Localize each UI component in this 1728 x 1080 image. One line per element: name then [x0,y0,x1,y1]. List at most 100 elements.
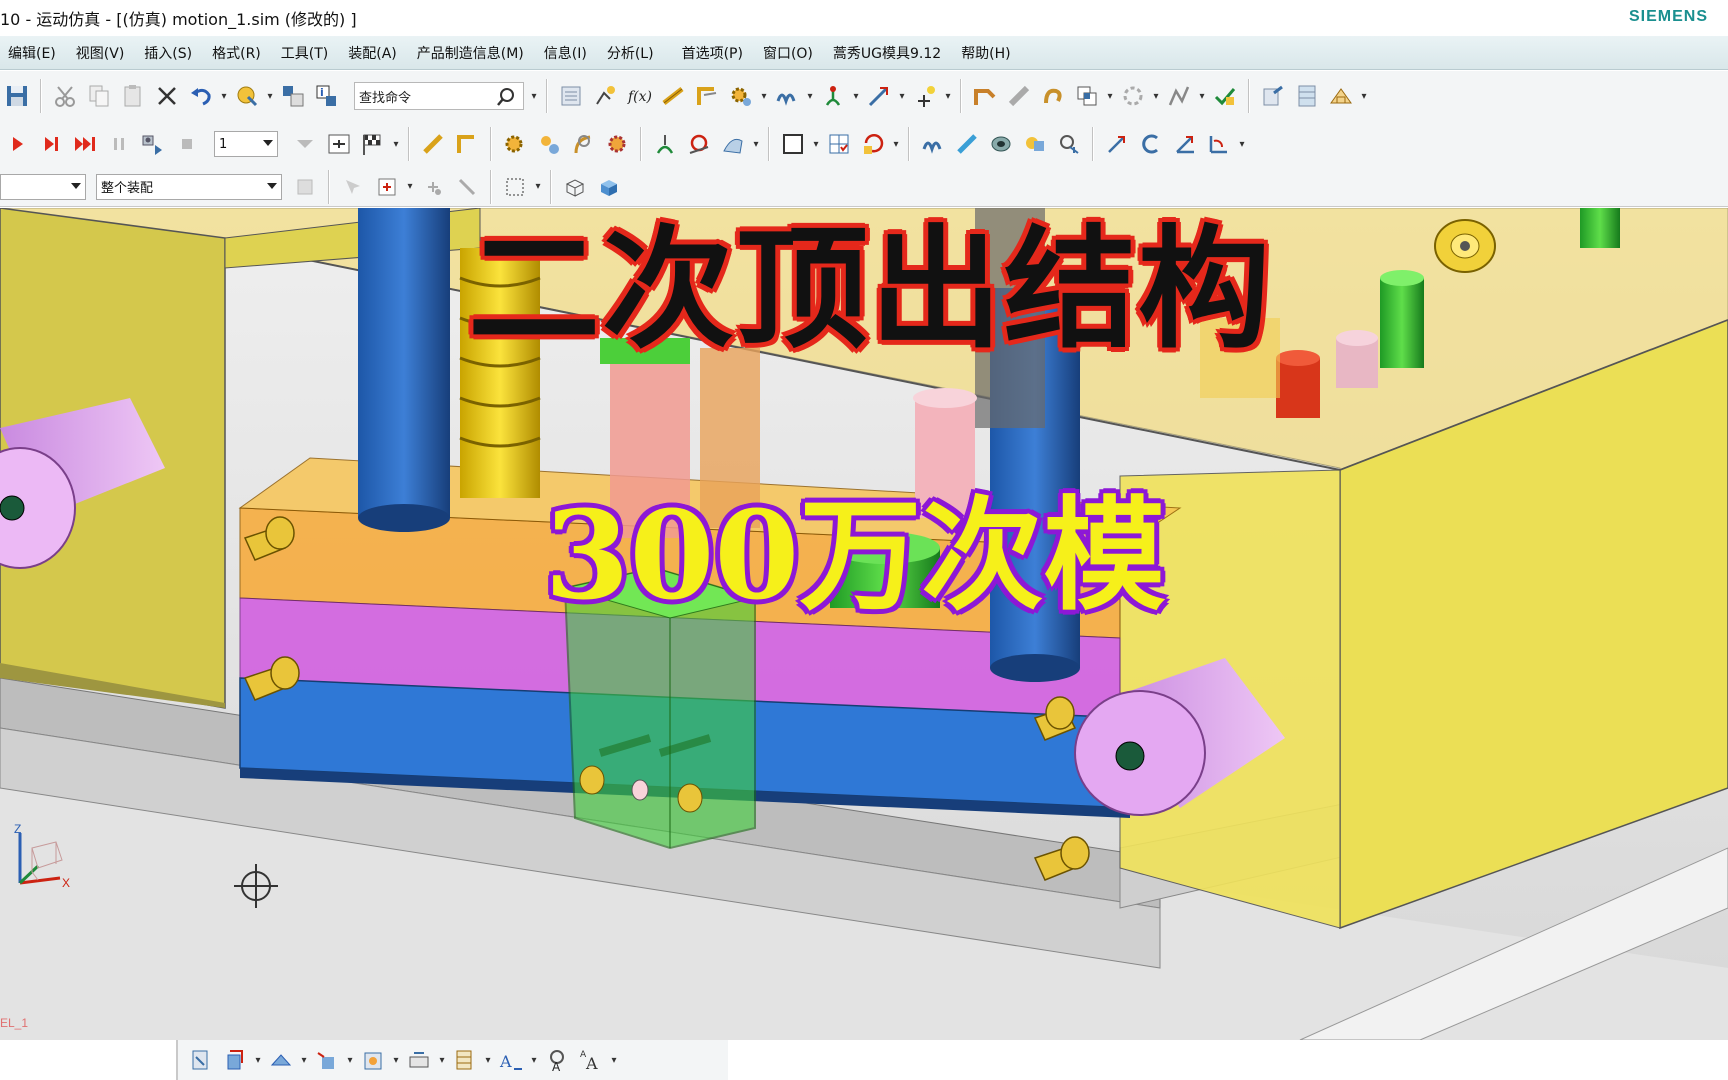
vector-torque-icon[interactable] [1202,127,1236,161]
select-all-icon[interactable] [336,170,370,204]
link-icon[interactable] [656,79,690,113]
text-style-dropdown-icon[interactable]: ▾ [608,1055,620,1066]
undo-dropdown-icon[interactable]: ▾ [218,91,230,102]
marquee-select-dropdown-icon[interactable]: ▾ [532,181,544,192]
stop-icon[interactable] [170,127,204,161]
menu-preferences[interactable]: 首选项(P) [672,43,753,63]
undo-icon[interactable] [184,79,218,113]
section-view-dropdown-icon[interactable]: ▾ [344,1055,356,1066]
assembly-filter-select[interactable]: 整个装配 [96,173,282,200]
vector-force-icon[interactable] [1168,127,1202,161]
spring-dropdown-icon[interactable]: ▾ [804,91,816,102]
point-on-surface-dropdown-icon[interactable]: ▾ [750,139,762,150]
gear-icon[interactable] [724,79,758,113]
scalar-force-icon[interactable] [1100,127,1134,161]
search-icon[interactable] [495,86,517,108]
wireframe-icon[interactable] [558,170,592,204]
trace-icon[interactable] [1036,79,1070,113]
table-view-icon[interactable] [448,1043,482,1077]
detail-view-dropdown-icon[interactable]: ▾ [390,1055,402,1066]
measure-icon[interactable] [1002,79,1036,113]
section-view-icon[interactable] [310,1043,344,1077]
interference-icon[interactable] [1070,79,1104,113]
select-box-dropdown-icon[interactable]: ▾ [810,139,822,150]
delete-icon[interactable] [150,79,184,113]
menu-analysis[interactable]: 分析(L) [597,43,664,63]
graphics-viewport[interactable]: Z X 二次顶出结构 300万次模 [0,208,1728,1040]
detail-view-icon[interactable] [356,1043,390,1077]
type-filter-select[interactable] [0,173,86,200]
point-dropdown-icon[interactable]: ▾ [942,91,954,102]
menu-mold-plugin[interactable]: 蒿秀UG模具9.12 [823,43,951,63]
marquee-select-icon[interactable] [498,170,532,204]
display-options-icon[interactable] [230,79,264,113]
menu-assembly[interactable]: 装配(A) [338,43,407,63]
animation-icon[interactable] [1116,79,1150,113]
menu-pmi[interactable]: 产品制造信息(M) [407,43,534,63]
break-view-icon[interactable] [402,1043,436,1077]
graph-icon[interactable] [1162,79,1196,113]
menu-tools[interactable]: 工具(T) [271,43,338,63]
info-icon[interactable]: i [310,79,344,113]
menu-format[interactable]: 格式(R) [202,43,271,63]
joint-icon[interactable] [690,79,724,113]
vector-dropdown-icon[interactable]: ▾ [896,91,908,102]
menu-view[interactable]: 视图(V) [66,43,135,63]
projected-view-dropdown-icon[interactable]: ▾ [298,1055,310,1066]
vector-icon[interactable] [862,79,896,113]
label-icon[interactable]: A [540,1043,574,1077]
animation-dropdown-icon[interactable]: ▾ [1150,91,1162,102]
annotation-dropdown-icon[interactable]: ▾ [528,1055,540,1066]
gear-dropdown-icon[interactable]: ▾ [758,91,770,102]
menu-edit[interactable]: 编辑(E) [0,43,66,63]
base-view-dropdown-icon[interactable]: ▾ [252,1055,264,1066]
link-edit-icon[interactable] [416,127,450,161]
scalar-torque-icon[interactable] [1134,127,1168,161]
bushing-icon[interactable] [984,127,1018,161]
add-selection-dropdown-icon[interactable]: ▾ [404,181,416,192]
general-selection-icon[interactable] [288,170,322,204]
projected-view-icon[interactable] [264,1043,298,1077]
capture-icon[interactable] [136,127,170,161]
copy-icon[interactable] [82,79,116,113]
cable-icon[interactable] [566,127,600,161]
playback-speed-icon[interactable] [288,127,322,161]
spring-element-icon[interactable] [916,127,950,161]
spring-icon[interactable] [770,79,804,113]
break-view-dropdown-icon[interactable]: ▾ [436,1055,448,1066]
step-forward-icon[interactable] [34,127,68,161]
paste-icon[interactable] [116,79,150,113]
display-options-dropdown-icon[interactable]: ▾ [264,91,276,102]
curve-contact-icon[interactable] [1052,127,1086,161]
add-selection-icon[interactable] [370,170,404,204]
table-icon[interactable] [1290,79,1324,113]
rack-pinion-icon[interactable] [532,127,566,161]
copy-display-icon[interactable] [276,79,310,113]
command-finder-input[interactable]: 查找命令 [354,82,524,110]
snap-point-icon[interactable] [416,170,450,204]
shaded-icon[interactable] [592,170,626,204]
point-icon[interactable] [908,79,942,113]
curve-on-curve-icon[interactable] [682,127,716,161]
rotate-body-icon[interactable] [856,127,890,161]
interference-dropdown-icon[interactable]: ▾ [1104,91,1116,102]
table-view-dropdown-icon[interactable]: ▾ [482,1055,494,1066]
solver-icon[interactable] [1208,79,1242,113]
annotation-icon[interactable]: A [494,1043,528,1077]
contact-3d-icon[interactable] [1018,127,1052,161]
export-icon[interactable] [1256,79,1290,113]
motion-navigator-icon[interactable] [554,79,588,113]
pause-icon[interactable] [102,127,136,161]
menu-window[interactable]: 窗口(O) [753,43,823,63]
vector-torque-dropdown-icon[interactable]: ▾ [1236,139,1248,150]
finish-flag-dropdown-icon[interactable]: ▾ [390,139,402,150]
select-box-icon[interactable] [776,127,810,161]
snap-end-icon[interactable] [450,170,484,204]
drive-icon[interactable] [968,79,1002,113]
mold-tool-dropdown-icon[interactable]: ▾ [1358,91,1370,102]
menu-help[interactable]: 帮助(H) [951,43,1020,63]
marker-icon[interactable] [816,79,850,113]
marker-dropdown-icon[interactable]: ▾ [850,91,862,102]
environment-icon[interactable] [588,79,622,113]
constraint-gear-icon[interactable] [600,127,634,161]
